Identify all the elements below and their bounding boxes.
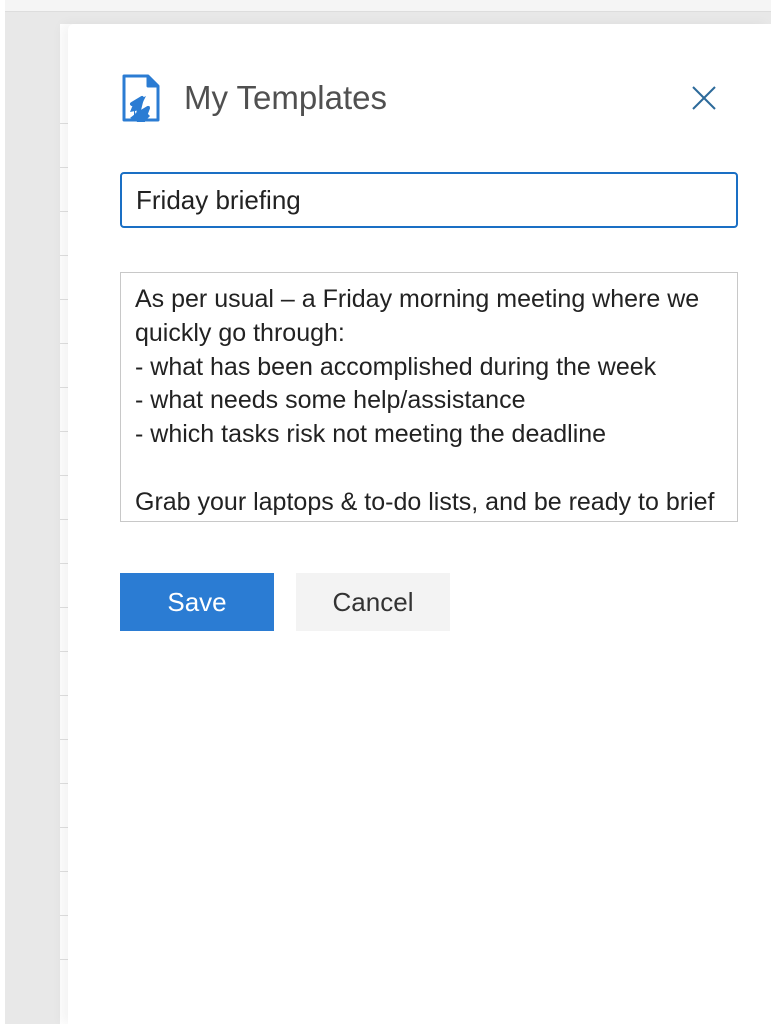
panel-title-group: My Templates (120, 74, 387, 122)
close-button[interactable] (687, 81, 721, 115)
close-icon (691, 85, 717, 111)
my-templates-panel: My Templates Save Cancel (68, 24, 771, 1024)
cancel-button[interactable]: Cancel (296, 573, 450, 631)
template-page-icon (120, 74, 162, 122)
button-row: Save Cancel (120, 573, 741, 631)
template-name-input[interactable] (120, 172, 738, 228)
panel-title: My Templates (184, 79, 387, 117)
left-strip (0, 0, 5, 1024)
top-bar (0, 0, 771, 12)
panel-header: My Templates (120, 74, 741, 122)
template-body-textarea[interactable] (120, 272, 738, 522)
save-button[interactable]: Save (120, 573, 274, 631)
